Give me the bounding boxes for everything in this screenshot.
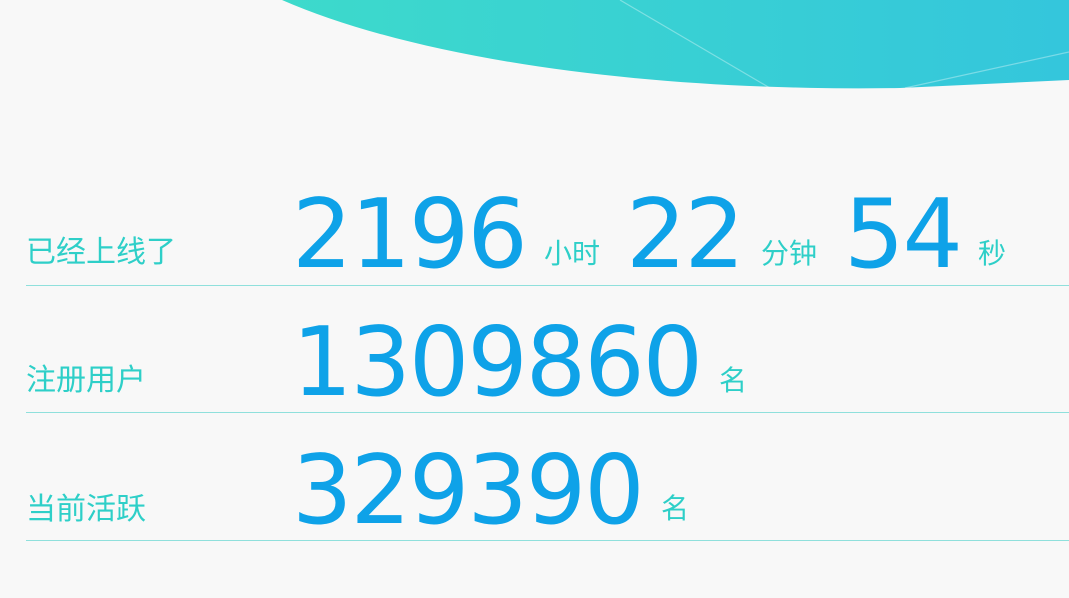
online-hours-unit: 小时 (544, 237, 601, 270)
online-hours-value: 2196 (292, 180, 528, 290)
online-duration-label: 已经上线了 (26, 235, 176, 270)
active-users-row: 当前活跃 329390 名 (26, 413, 1069, 541)
active-users-unit: 名 (661, 492, 690, 525)
registered-users-unit: 名 (719, 364, 748, 397)
registered-users-row: 注册用户 1309860 名 (26, 286, 1069, 413)
online-duration-row: 已经上线了 2196 小时 22 分钟 54 秒 (26, 180, 1069, 286)
online-minutes-unit: 分钟 (761, 237, 818, 270)
registered-users-value: 1309860 (292, 308, 703, 418)
online-seconds-unit: 秒 (978, 237, 1007, 270)
header-wave-banner (282, 0, 1069, 89)
registered-users-label: 注册用户 (26, 363, 146, 398)
online-minutes-value: 22 (626, 180, 745, 290)
active-users-value: 329390 (292, 436, 645, 546)
online-seconds-value: 54 (844, 180, 963, 290)
active-users-label: 当前活跃 (26, 492, 146, 527)
